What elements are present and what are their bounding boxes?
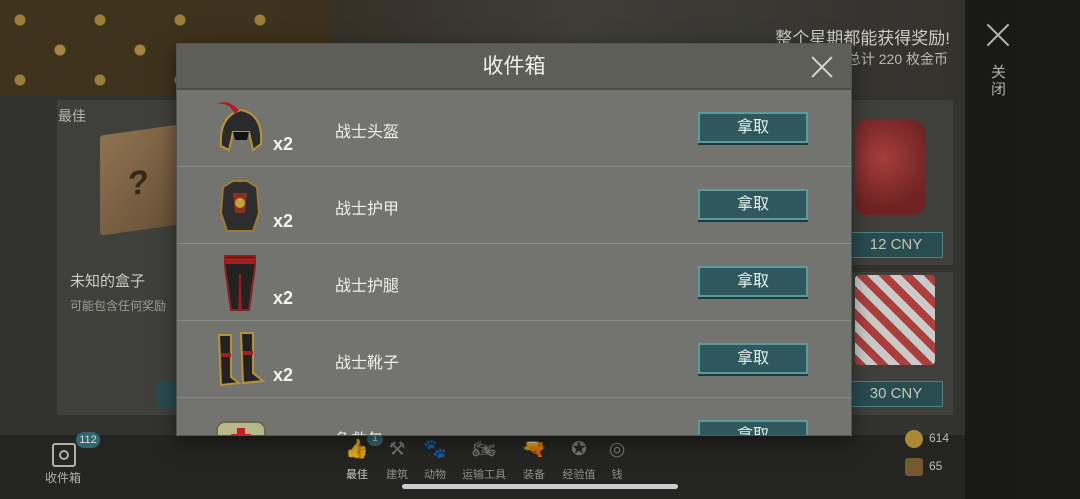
take-button[interactable]: 拿取 bbox=[698, 420, 808, 435]
item-quantity: x2 bbox=[273, 365, 294, 385]
item-quantity: x2 bbox=[273, 134, 294, 154]
inbox-item-list[interactable]: x2 战士头盔 拿取 x2 战士护甲 拿取 x2 战士护腿 拿取 x2 战士靴子… bbox=[177, 90, 851, 435]
inbox-item: x2 战士护腿 拿取 bbox=[177, 244, 851, 321]
warrior-armor-icon bbox=[209, 173, 271, 237]
inbox-item: x2 战士护甲 拿取 bbox=[177, 167, 851, 244]
warrior-leggings-icon bbox=[209, 250, 271, 314]
take-button[interactable]: 拿取 bbox=[698, 266, 808, 297]
item-name: 战士护腿 bbox=[335, 278, 400, 295]
item-name: 急救包 bbox=[335, 426, 383, 435]
first-aid-kit-icon bbox=[209, 404, 271, 435]
warrior-helmet-icon bbox=[209, 96, 271, 160]
inbox-item: x2 战士头盔 拿取 bbox=[177, 90, 851, 167]
inbox-item: x2 战士靴子 拿取 bbox=[177, 321, 851, 398]
take-button[interactable]: 拿取 bbox=[698, 343, 808, 374]
item-name: 战士护甲 bbox=[335, 201, 400, 218]
modal-header: 收件箱 bbox=[177, 44, 851, 90]
inbox-modal: 收件箱 x2 战士头盔 拿取 x2 战士护甲 拿取 x2 战士护腿 拿取 x2 … bbox=[177, 44, 851, 435]
item-quantity: x2 bbox=[273, 288, 294, 308]
item-name: 战士靴子 bbox=[335, 355, 400, 372]
take-button[interactable]: 拿取 bbox=[698, 112, 808, 143]
close-icon[interactable] bbox=[810, 55, 834, 79]
warrior-boots-icon bbox=[209, 327, 271, 391]
inbox-item: 急救包 拿取 bbox=[177, 398, 851, 435]
item-name: 战士头盔 bbox=[335, 124, 400, 141]
item-quantity: x2 bbox=[273, 211, 294, 231]
modal-title: 收件箱 bbox=[482, 55, 546, 78]
take-button[interactable]: 拿取 bbox=[698, 189, 808, 220]
